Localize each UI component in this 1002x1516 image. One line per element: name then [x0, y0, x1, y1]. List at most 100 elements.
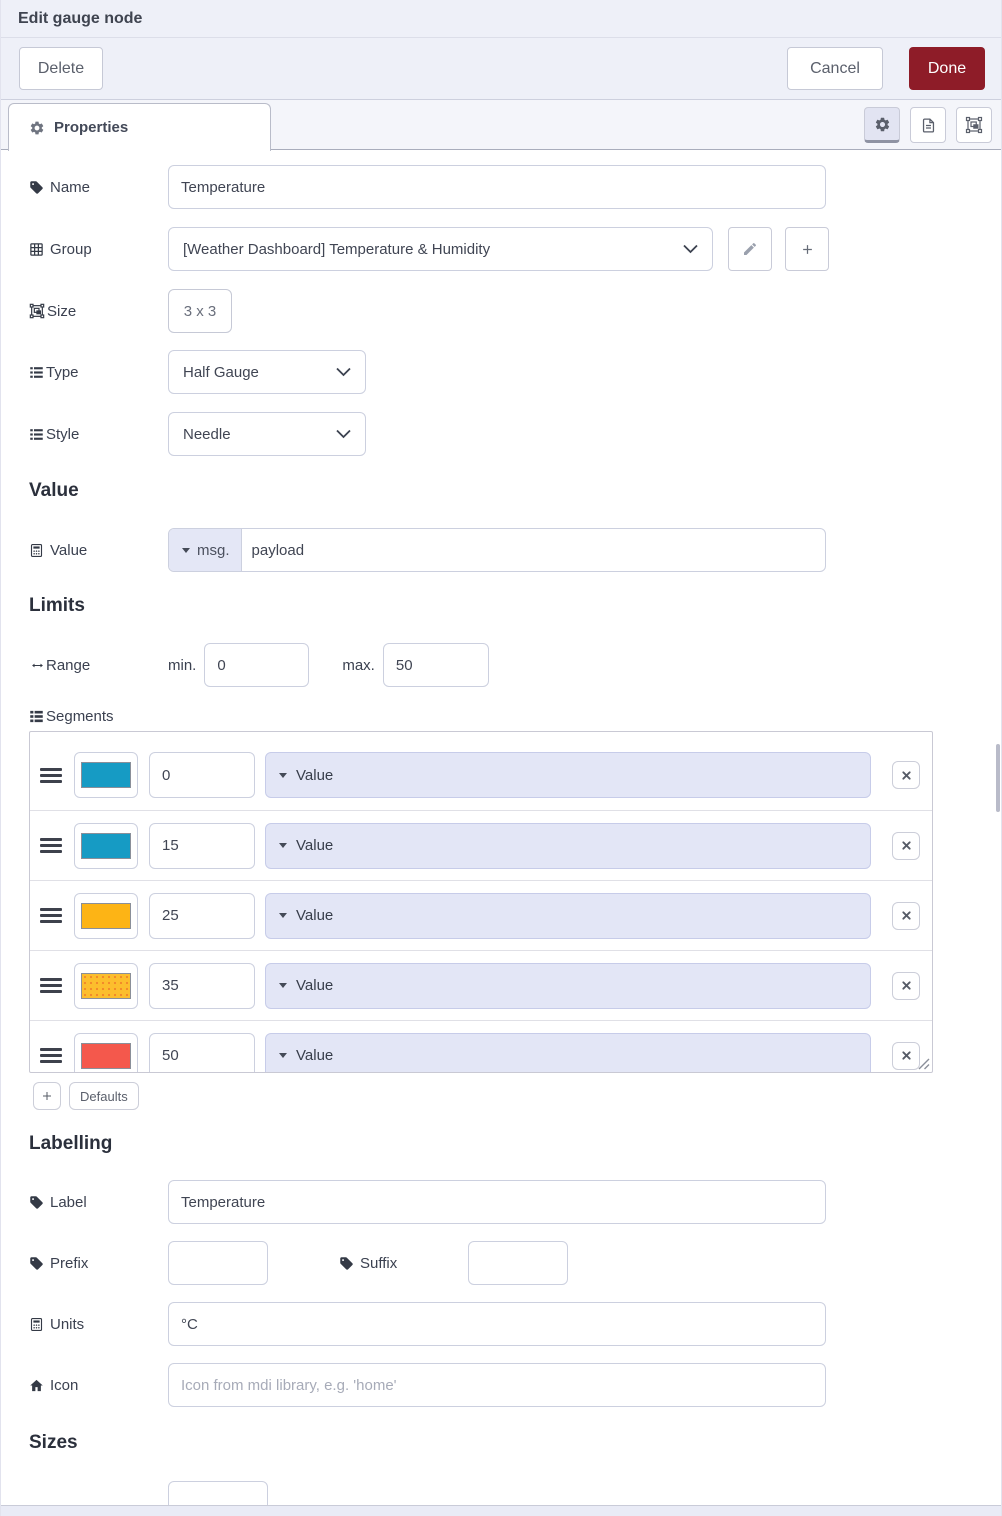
- edit-group-button[interactable]: [728, 227, 772, 271]
- tag-icon: [29, 180, 44, 195]
- properties-form: Name Group [Weather Dashboard] Temperatu…: [1, 150, 1001, 1516]
- caret-down-icon: [279, 913, 287, 918]
- typed-input-type-select[interactable]: msg.: [169, 529, 242, 571]
- tab-properties[interactable]: Properties: [8, 103, 271, 151]
- icon-input[interactable]: [168, 1363, 826, 1407]
- buttonbar-right: Cancel Done: [787, 47, 985, 90]
- segment-mode-select[interactable]: Value: [265, 822, 871, 869]
- prefix-input[interactable]: [168, 1241, 268, 1285]
- tab-band: Properties: [1, 100, 1001, 151]
- type-select[interactable]: Half Gauge: [168, 350, 366, 394]
- chevron-down-icon: [683, 244, 698, 254]
- segment-row: Value: [30, 1020, 932, 1072]
- label-label-group: Label: [29, 1194, 168, 1211]
- typed-input-value[interactable]: payload: [242, 529, 305, 571]
- segment-color-button[interactable]: [74, 892, 138, 939]
- suffix-label-group: Suffix: [339, 1255, 397, 1272]
- drag-handle-icon[interactable]: [40, 767, 62, 783]
- segment-mode-select[interactable]: Value: [265, 892, 871, 939]
- style-row: Style Needle: [29, 412, 1001, 456]
- segment-row: Value: [30, 810, 932, 880]
- size-button[interactable]: 3 x 3: [168, 289, 232, 333]
- pencil-icon: [742, 241, 758, 257]
- group-select-value: [Weather Dashboard] Temperature & Humidi…: [183, 240, 491, 258]
- resize-handle[interactable]: [917, 1057, 930, 1070]
- style-select[interactable]: Needle: [168, 412, 366, 456]
- segments-label-group: Segments: [29, 708, 168, 725]
- name-input[interactable]: [168, 165, 826, 209]
- segment-color-button[interactable]: [74, 1032, 138, 1072]
- size-label-group: Size: [29, 303, 168, 320]
- group-select[interactable]: [Weather Dashboard] Temperature & Humidi…: [168, 227, 713, 271]
- remove-segment-button[interactable]: [892, 831, 920, 860]
- add-segment-button[interactable]: [33, 1082, 61, 1110]
- value-typed-input[interactable]: msg. payload: [168, 528, 826, 572]
- units-label: Units: [50, 1315, 85, 1333]
- value-heading: Value: [29, 480, 79, 501]
- style-label-group: Style: [29, 426, 168, 443]
- close-icon: [901, 1050, 912, 1061]
- segments-label-row: Segments: [29, 708, 1001, 725]
- segment-color-button[interactable]: [74, 822, 138, 869]
- size-row: Size 3 x 3: [29, 289, 1001, 333]
- gear-icon: [29, 120, 45, 136]
- value-label: Value: [50, 541, 88, 559]
- prefix-label-group: Prefix: [29, 1255, 168, 1272]
- type-select-value: Half Gauge: [183, 363, 259, 381]
- chevron-down-icon: [336, 367, 351, 377]
- drag-handle-icon[interactable]: [40, 1048, 62, 1063]
- type-label-group: Type: [29, 364, 168, 381]
- segment-value-input[interactable]: [149, 822, 255, 869]
- defaults-button[interactable]: Defaults: [69, 1082, 139, 1110]
- range-max-input[interactable]: [382, 643, 489, 687]
- segment-color-button[interactable]: [74, 752, 138, 798]
- suffix-input[interactable]: [468, 1241, 569, 1285]
- segment-row: Value: [30, 740, 932, 810]
- drag-handle-icon[interactable]: [40, 908, 62, 923]
- segment-value-input[interactable]: [149, 962, 255, 1009]
- segment-mode-select[interactable]: Value: [265, 752, 871, 798]
- segment-color-button[interactable]: [74, 962, 138, 1009]
- size-label: Size: [47, 302, 77, 320]
- icon-label-group: Icon: [29, 1377, 168, 1394]
- drag-handle-icon[interactable]: [40, 838, 62, 853]
- description-view-button[interactable]: [910, 107, 946, 143]
- chevron-down-icon: [336, 429, 351, 439]
- segment-mode-select[interactable]: Value: [265, 1032, 871, 1072]
- remove-segment-button[interactable]: [892, 901, 920, 930]
- segment-value-input[interactable]: [149, 1032, 255, 1072]
- remove-segment-button[interactable]: [892, 761, 920, 789]
- scrollbar-thumb[interactable]: [996, 744, 1000, 812]
- remove-segment-button[interactable]: [892, 1041, 920, 1070]
- tag-icon: [29, 1195, 44, 1210]
- color-swatch: [81, 1042, 131, 1069]
- add-group-button[interactable]: [785, 227, 829, 271]
- sizes-heading: Sizes: [29, 1432, 78, 1453]
- suffix-label: Suffix: [360, 1254, 398, 1272]
- range-min-input[interactable]: [204, 643, 310, 687]
- delete-button[interactable]: Delete: [19, 47, 103, 90]
- icon-row: Icon: [29, 1363, 1001, 1407]
- segment-value-input[interactable]: [149, 892, 255, 939]
- segment-value-input[interactable]: [149, 752, 255, 798]
- units-input[interactable]: [168, 1302, 826, 1346]
- segment-mode-label: Value: [296, 837, 334, 854]
- th-list-icon: [29, 709, 44, 724]
- appearance-view-button[interactable]: [956, 107, 992, 143]
- label-input[interactable]: [168, 1180, 826, 1224]
- segment-mode-label: Value: [296, 1047, 334, 1064]
- done-button[interactable]: Done: [909, 47, 985, 90]
- max-label: max.: [342, 656, 375, 674]
- segment-mode-select[interactable]: Value: [265, 962, 871, 1009]
- tag-icon: [29, 1256, 44, 1271]
- remove-segment-button[interactable]: [892, 971, 920, 1000]
- value-row: Value msg. payload: [29, 528, 1001, 572]
- label-row: Label: [29, 1180, 1001, 1224]
- properties-view-button[interactable]: [864, 107, 900, 143]
- size-frame-icon: [29, 303, 45, 319]
- cancel-button[interactable]: Cancel: [787, 47, 883, 90]
- calculator-icon: [29, 543, 44, 558]
- drag-handle-icon[interactable]: [40, 978, 62, 993]
- units-label-group: Units: [29, 1316, 168, 1333]
- range-label-group: Range: [29, 657, 168, 674]
